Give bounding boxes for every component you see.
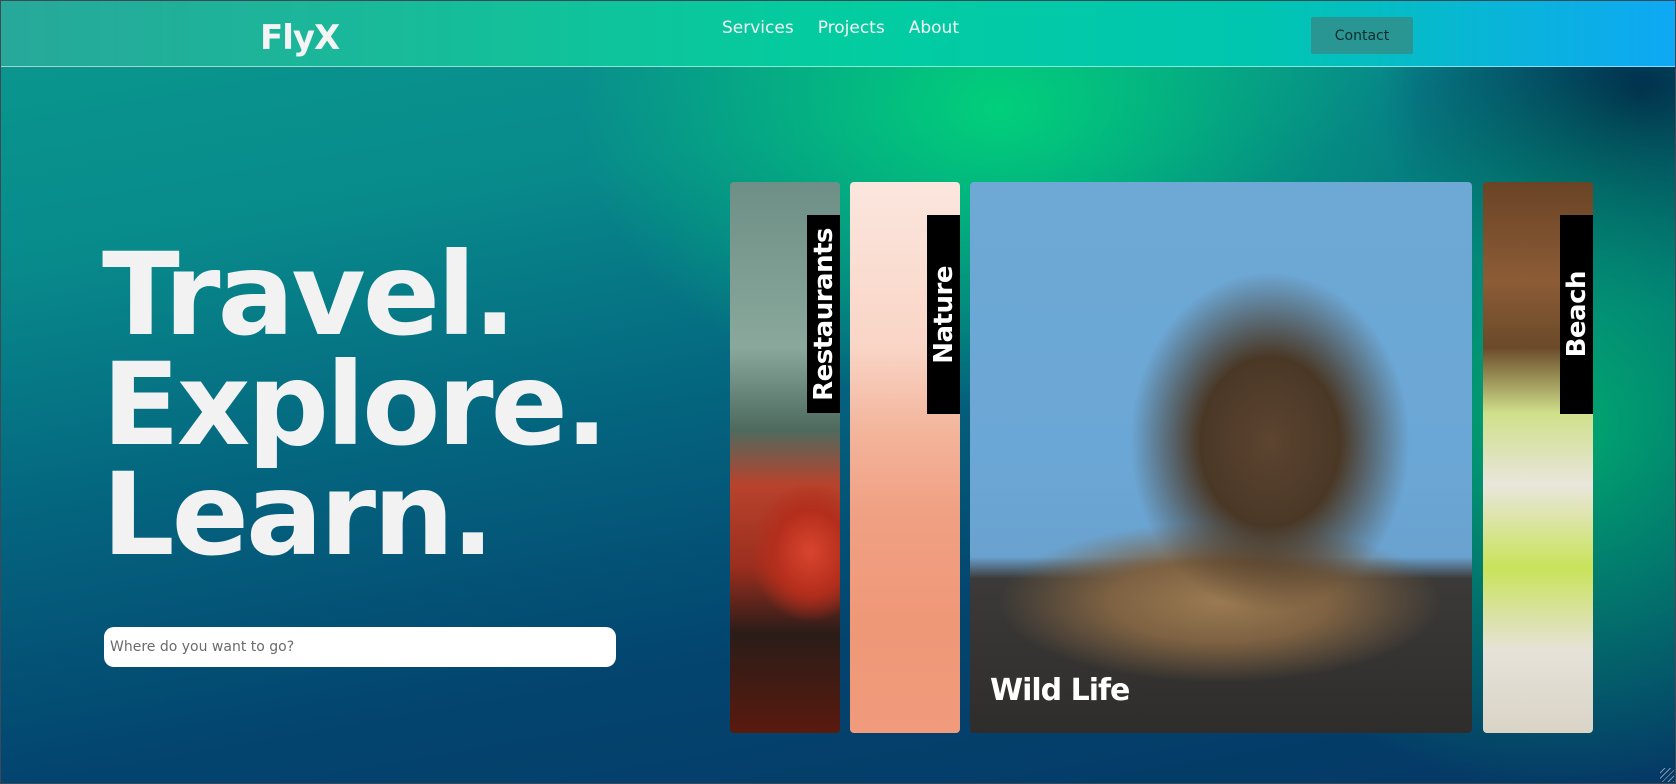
top-navbar: FlyX Services Projects About Contact <box>0 0 1676 67</box>
nav-projects[interactable]: Projects <box>818 18 885 38</box>
headline-line-learn: Learn. <box>102 448 495 581</box>
logo[interactable]: FlyX <box>260 18 340 58</box>
hero-headline: Travel. Explore. Learn. <box>102 228 608 581</box>
main-nav: Services Projects About <box>722 18 959 38</box>
card-restaurants[interactable]: Restaurants <box>730 182 840 733</box>
card-wildlife[interactable]: Wild Life <box>970 182 1472 733</box>
contact-button[interactable]: Contact <box>1311 17 1413 54</box>
headline-line-explore: Explore. <box>102 338 608 471</box>
destination-search-input[interactable] <box>104 627 616 667</box>
headline-line-travel: Travel. <box>102 228 516 361</box>
nav-services[interactable]: Services <box>722 18 794 38</box>
card-nature[interactable]: Nature <box>850 182 960 733</box>
card-label: Wild Life <box>990 673 1130 708</box>
nav-about[interactable]: About <box>909 18 959 38</box>
card-tag-label: Nature <box>928 265 959 364</box>
card-tag: Nature <box>927 215 960 414</box>
resize-grip-icon[interactable] <box>1660 768 1674 782</box>
card-beach[interactable]: Beach <box>1483 182 1593 733</box>
card-tag-label: Beach <box>1561 271 1592 358</box>
card-tag: Beach <box>1560 215 1593 414</box>
card-tag-label: Restaurants <box>808 227 839 401</box>
card-tag: Restaurants <box>807 215 840 413</box>
